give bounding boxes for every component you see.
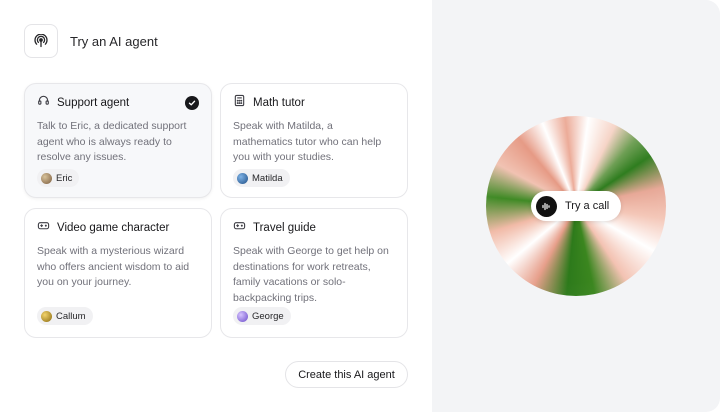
voice-chip: Matilda [233, 169, 290, 187]
card-description: Talk to Eric, a dedicated support agent … [37, 120, 187, 163]
voice-chip: Callum [37, 307, 93, 325]
agent-card-support[interactable]: Support agent Talk to Eric, a dedicated … [24, 83, 212, 198]
card-description: Speak with Matilda, a mathematics tutor … [233, 120, 382, 163]
avatar [41, 172, 52, 184]
voice-name: Eric [56, 172, 73, 184]
call-preview-panel: Try a call [432, 0, 720, 412]
agent-picker-panel: Try an AI agent Support agent Talk to Er… [0, 0, 432, 412]
selected-check-icon [185, 96, 199, 110]
card-title: Travel guide [253, 222, 316, 234]
card-title: Video game character [57, 222, 170, 234]
broadcast-icon [24, 24, 58, 58]
avatar [41, 310, 52, 322]
card-description: Speak with George to get help on destina… [233, 245, 389, 304]
card-description: Speak with a mysterious wizard who offer… [37, 245, 190, 288]
gamepad-icon [37, 219, 50, 237]
voice-name: Callum [56, 310, 86, 322]
voice-chip: George [233, 307, 291, 325]
gamepad-icon [233, 219, 246, 237]
card-title: Math tutor [253, 97, 305, 109]
try-call-button[interactable]: Try a call [531, 191, 621, 221]
agent-card-video-game-character[interactable]: Video game character Speak with a myster… [24, 208, 212, 338]
card-title: Support agent [57, 97, 130, 109]
waveform-icon [536, 195, 557, 217]
header: Try an AI agent [24, 24, 158, 58]
headset-icon [37, 94, 50, 112]
voice-chip: Eric [37, 169, 80, 187]
agent-card-math-tutor[interactable]: Math tutor Speak with Matilda, a mathema… [220, 83, 408, 198]
page-title: Try an AI agent [70, 33, 158, 49]
calculator-icon [233, 94, 246, 112]
avatar [237, 172, 248, 184]
voice-name: George [252, 310, 284, 322]
avatar [237, 310, 248, 322]
agent-card-travel-guide[interactable]: Travel guide Speak with George to get he… [220, 208, 408, 338]
voice-name: Matilda [252, 172, 283, 184]
try-call-label: Try a call [565, 200, 610, 212]
create-agent-button[interactable]: Create this AI agent [285, 361, 408, 388]
